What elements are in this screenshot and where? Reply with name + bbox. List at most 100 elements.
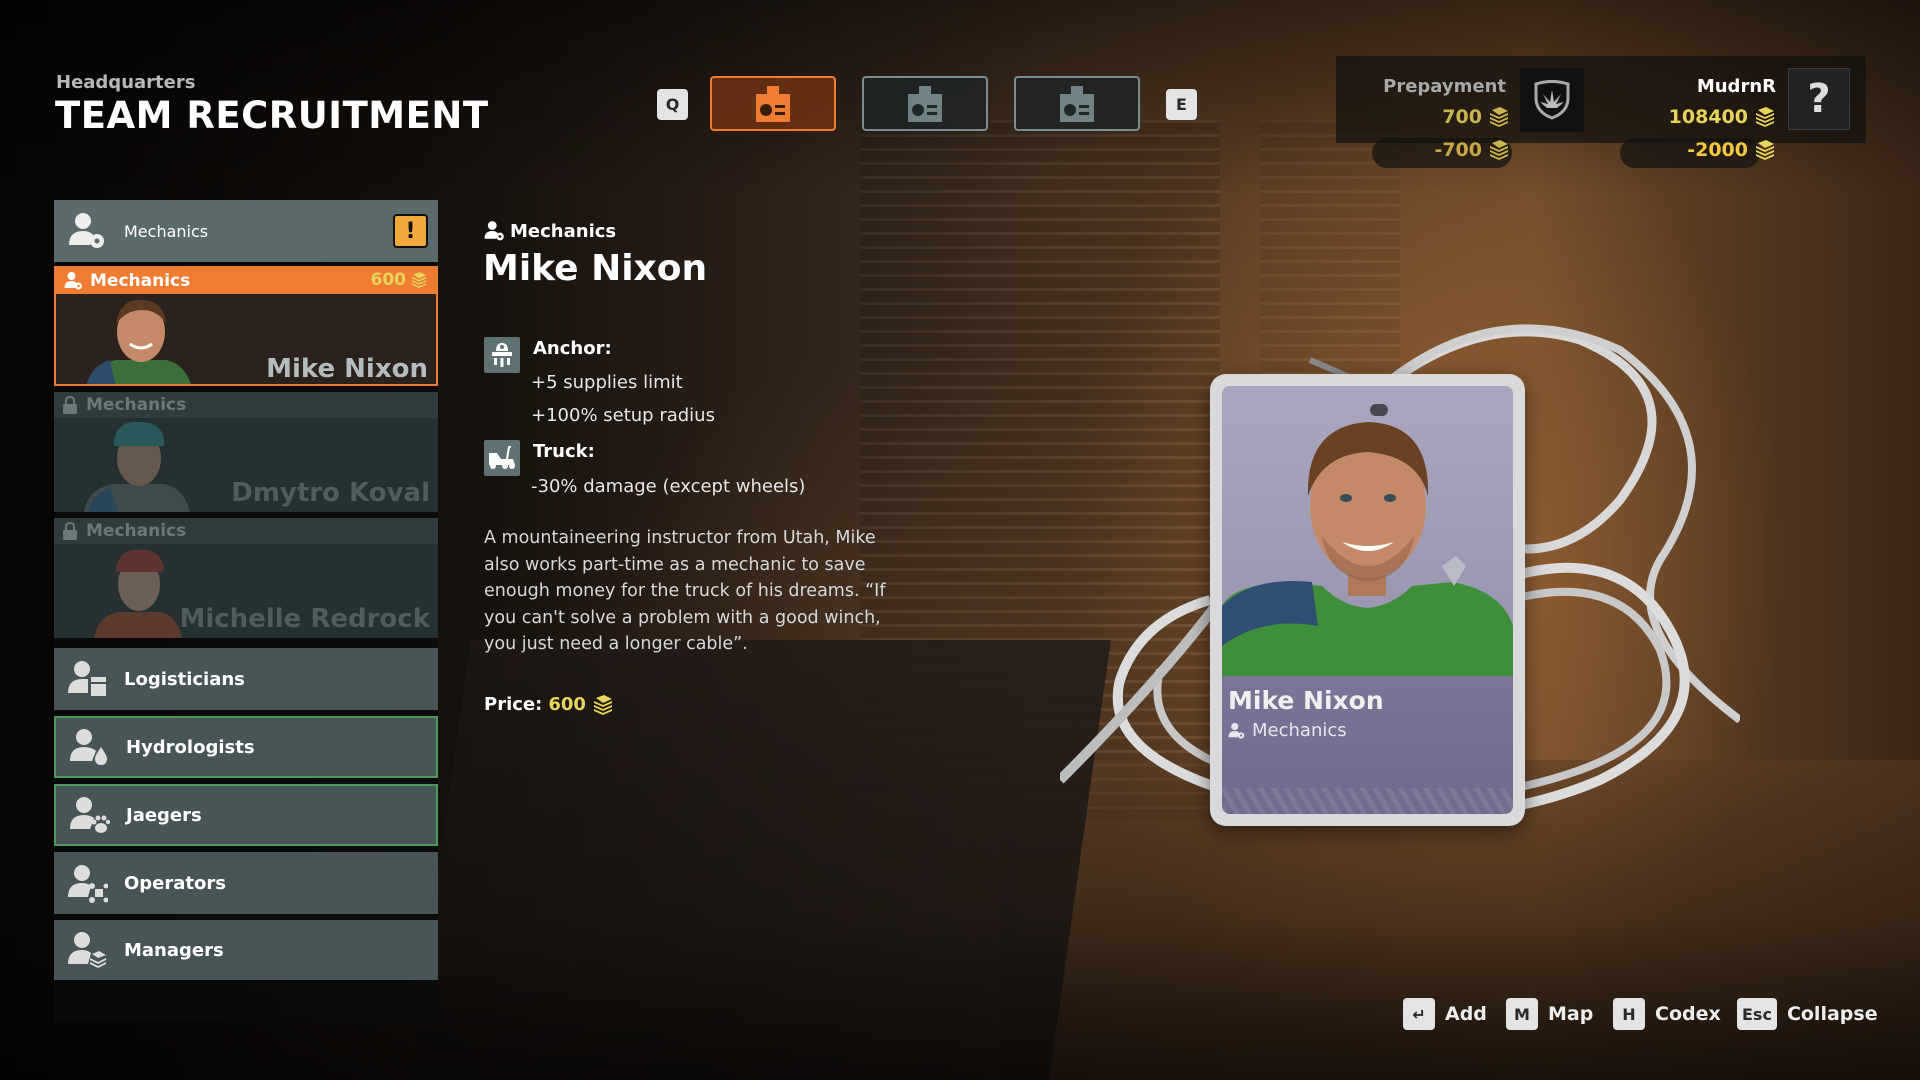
money-stack-icon <box>411 272 427 288</box>
sidebar-category-label: Managers <box>124 939 224 961</box>
employee-price-value: 600 <box>370 270 407 290</box>
money-stack-icon <box>1756 140 1774 160</box>
money-stack-icon <box>1490 107 1508 127</box>
page-title: TEAM RECRUITMENT <box>55 94 489 137</box>
hint-add[interactable]: ↵ Add <box>1403 998 1487 1030</box>
id-card-info: Mike Nixon Mechanics <box>1222 676 1513 814</box>
detail-role: Mechanics <box>484 220 616 242</box>
player-balance: 108400 <box>1620 106 1776 128</box>
resources-panel <box>1336 56 1866 143</box>
employee-portrait <box>84 421 190 512</box>
hint-label: Map <box>1548 1003 1594 1025</box>
employee-card-body: Dmytro Koval <box>54 418 438 512</box>
perk-effect: +5 supplies limit <box>531 372 683 393</box>
sidebar-category-label: Mechanics <box>124 221 209 241</box>
detail-price: Price: 600 <box>484 694 614 715</box>
employee-card-body: Mike Nixon <box>56 294 436 384</box>
employee-name: Michelle Redrock <box>179 604 430 634</box>
sidebar-category-managers[interactable]: Managers <box>54 920 438 980</box>
employee-card-header: Mechanics <box>54 518 438 544</box>
m-key-icon: M <box>1506 998 1538 1030</box>
money-stack-icon <box>1490 140 1508 160</box>
hint-label: Collapse <box>1786 1003 1878 1025</box>
employee-portrait <box>86 299 191 384</box>
player-balance-amount: 108400 <box>1668 106 1748 128</box>
lock-icon <box>63 396 77 414</box>
sidebar-category-label: Operators <box>124 872 226 894</box>
lock-icon <box>63 522 77 540</box>
esc-key-icon: Esc <box>1737 998 1777 1030</box>
employee-role: Mechanics <box>86 395 187 415</box>
truck-tow-icon <box>484 440 520 476</box>
money-stack-icon <box>593 694 612 715</box>
employee-role: Mechanics <box>86 521 187 541</box>
sidebar-category-logisticians[interactable]: Logisticians <box>54 648 438 710</box>
h-key-icon: H <box>1613 998 1645 1030</box>
player-name: MudrnR <box>1696 76 1776 97</box>
perk-title: Anchor: <box>533 338 612 359</box>
id-card-role-label: Mechanics <box>1252 720 1347 741</box>
sidebar-category-mechanics[interactable]: Mechanics ! <box>54 200 438 262</box>
detail-role-label: Mechanics <box>510 220 617 242</box>
id-card: Mike Nixon Mechanics <box>1210 374 1525 826</box>
employee-name: Mike Nixon <box>266 354 428 384</box>
person-drone-icon <box>68 865 108 903</box>
id-badge-icon <box>908 85 942 122</box>
tab-recruit-1[interactable] <box>710 76 836 131</box>
hint-label: Codex <box>1655 1003 1721 1025</box>
sidebar-category-hydrologists[interactable]: Hydrologists <box>54 716 438 778</box>
sidebar-category-jaegers[interactable]: Jaegers <box>54 784 438 846</box>
employee-card-mike-nixon[interactable]: Mechanics 600 Mike Nixon <box>54 266 438 386</box>
person-gear-icon <box>64 272 82 290</box>
player-avatar-button[interactable]: ? <box>1788 68 1850 130</box>
employee-card-dmytro-koval[interactable]: Mechanics Dmytro Koval <box>54 392 438 512</box>
anchor-lamp-icon <box>484 337 520 373</box>
person-money-icon <box>68 932 106 968</box>
alert-badge: ! <box>393 214 428 248</box>
id-badge-icon <box>1060 85 1094 122</box>
person-boxes-icon <box>68 661 106 696</box>
employee-name: Dmytro Koval <box>231 478 430 508</box>
detail-description: A mountaineering instructor from Utah, M… <box>484 528 886 654</box>
tab-recruit-2[interactable] <box>862 76 988 131</box>
person-gear-icon <box>1228 722 1245 739</box>
money-stack-icon <box>1756 107 1774 127</box>
id-badge-icon <box>756 85 790 122</box>
price-label: Price: <box>484 694 543 715</box>
id-card-tread-pattern <box>1222 788 1513 814</box>
prepayment-label: Prepayment <box>1383 76 1506 97</box>
id-card-role: Mechanics <box>1228 720 1347 741</box>
employee-card-header: Mechanics 600 <box>56 268 436 294</box>
employee-card-michelle-redrock[interactable]: Mechanics Michelle Redrock <box>54 518 438 638</box>
sidebar-category-label: Logisticians <box>124 668 245 690</box>
sidebar-category-operators[interactable]: Operators <box>54 852 438 914</box>
enter-key-icon: ↵ <box>1403 998 1435 1030</box>
person-drop-icon <box>70 729 108 765</box>
id-card-face: Mike Nixon Mechanics <box>1222 386 1513 814</box>
help-icon: ? <box>1807 76 1831 122</box>
hint-collapse[interactable]: Esc Collapse <box>1737 998 1878 1030</box>
id-card-hole <box>1370 404 1388 416</box>
hint-codex[interactable]: H Codex <box>1613 998 1721 1030</box>
perk-title: Truck: <box>533 441 595 462</box>
employee-role: Mechanics <box>90 271 191 291</box>
price-value: 600 <box>548 694 586 715</box>
next-tab-key[interactable]: E <box>1166 89 1197 120</box>
id-card-name: Mike Nixon <box>1228 686 1384 715</box>
prepayment-change-amount: -700 <box>1434 139 1482 161</box>
detail-name: Mike Nixon <box>483 248 708 289</box>
employee-card-header: Mechanics <box>54 392 438 418</box>
prev-tab-key[interactable]: Q <box>657 89 688 120</box>
tab-recruit-3[interactable] <box>1014 76 1140 131</box>
prepayment-change: -700 <box>1360 139 1510 161</box>
person-gear-icon <box>69 213 104 248</box>
faction-emblem[interactable] <box>1520 68 1584 132</box>
employee-price: 600 <box>371 270 429 290</box>
player-change: -2000 <box>1620 139 1776 161</box>
hint-map[interactable]: M Map <box>1506 998 1593 1030</box>
prepayment-amount: 700 <box>1442 106 1482 128</box>
person-gear-icon <box>484 221 504 241</box>
prepayment-value: 700 <box>1360 106 1510 128</box>
perk-effect: -30% damage (except wheels) <box>531 476 806 497</box>
id-card-portrait <box>1222 422 1513 676</box>
